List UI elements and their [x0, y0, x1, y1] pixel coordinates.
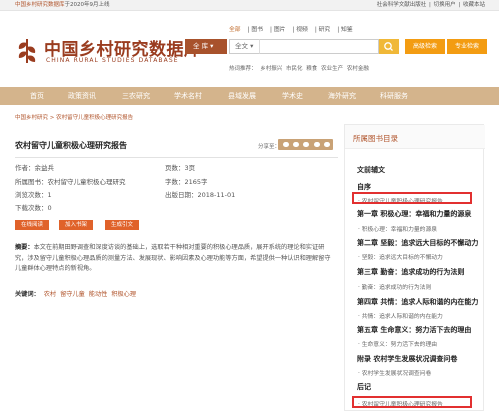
search-icon	[384, 42, 393, 51]
nav-services[interactable]: 科研服务	[380, 87, 408, 105]
logo-icon	[18, 39, 36, 63]
search-tab-all[interactable]: 全部	[229, 27, 241, 33]
belong-book[interactable]: 所属图书：农村留守儿童积极心理研究	[15, 176, 126, 186]
word-count: 字数：2165字	[165, 178, 208, 186]
since-text: 于2020年9月上线	[64, 2, 110, 8]
nav-famous-villages[interactable]: 学术名村	[174, 87, 202, 105]
top-bar-right: 社会科学文献出版社 | 切换用户 | 收藏本站	[376, 2, 485, 8]
keyword-link[interactable]: 积极心理	[111, 291, 136, 298]
author: 作者：余益兵	[15, 164, 54, 172]
logo-title-en: CHINA RURAL STUDIES DATABASE	[46, 57, 179, 64]
highlight-box	[352, 192, 472, 204]
add-shelf-button[interactable]: 加入书架	[59, 220, 93, 230]
read-online-button[interactable]: 在线阅读	[15, 220, 49, 230]
main-nav: 首页 政策资讯 三农研究 学术名村 县域发展 学术史 海外研究 科研服务	[0, 87, 499, 105]
keywords-label: 关键词：	[15, 291, 40, 298]
breadcrumb[interactable]: 中国乡村研究 > 农村留守儿童积极心理研究报告	[15, 113, 133, 121]
more-share-icon[interactable]	[324, 142, 330, 147]
toc-chapter[interactable]: 自序	[357, 182, 483, 192]
page-count: 页数：3页	[165, 164, 196, 172]
abstract-text: 本文在前期田野调查和深度访谈的基础上，选取若干种相对重要的积极心理品质，展开系统…	[15, 244, 331, 272]
switch-user-link[interactable]: 切换用户	[434, 2, 456, 8]
keyword-link[interactable]: 留守儿童	[60, 291, 85, 298]
nav-home[interactable]: 首页	[30, 87, 44, 105]
toc-chapter[interactable]: 附录 农村学生发展状况调查问卷	[357, 354, 483, 364]
highlight-box	[352, 396, 472, 408]
search-type-tabs: 全部 | 图书 | 图片 | 视频 | 研究 | 知鉴	[229, 27, 353, 33]
toc-section[interactable]: 积极心理：幸福和力量的源泉	[358, 224, 484, 233]
share-icons	[278, 139, 333, 150]
scope-select-label: 全文	[235, 42, 248, 50]
toc-chapter[interactable]: 文前辅文	[357, 165, 483, 175]
hot-word[interactable]: 市民化	[286, 66, 303, 72]
search-tab-zhijian[interactable]: 知鉴	[341, 27, 353, 33]
toc-section[interactable]: 坚毅：追求远大目标的不懈动力	[358, 252, 484, 261]
weibo-icon[interactable]	[293, 142, 299, 147]
toc-chapter[interactable]: 后记	[357, 382, 483, 392]
toc-heading: 所属图书目录	[353, 134, 398, 143]
download-count: 下载次数：0	[15, 204, 52, 212]
search-tab-books[interactable]: 图书	[251, 27, 263, 33]
site-name-link[interactable]: 中国乡村研究数据库	[15, 2, 65, 8]
view-count: 浏览次数：1	[15, 191, 52, 199]
hot-word[interactable]: 农村金融	[347, 66, 369, 72]
toc-chapter[interactable]: 第四章 共情：追求人际和谐的内在能力	[357, 297, 483, 307]
keywords: 关键词： 农村 留守儿童 能动性 积极心理	[15, 289, 136, 298]
database-select-label: 全 库	[193, 42, 209, 50]
hot-word[interactable]: 农业生产	[321, 66, 343, 72]
toc-section[interactable]: 农村学生发展状况调查问卷	[358, 368, 484, 377]
search-tab-images[interactable]: 图片	[274, 27, 286, 33]
nav-history[interactable]: 学术史	[282, 87, 303, 105]
toc-section[interactable]: 生命意义：努力活下去的理由	[358, 339, 484, 348]
hot-word[interactable]: 粮食	[306, 66, 317, 72]
wechat-icon[interactable]	[283, 142, 289, 147]
top-bar-left: 中国乡村研究数据库于2020年9月上线	[15, 0, 110, 11]
qzone-icon[interactable]	[314, 142, 320, 147]
toc-chapter[interactable]: 第五章 生命意义：努力活下去的理由	[357, 325, 483, 335]
nav-county[interactable]: 县域发展	[228, 87, 256, 105]
database-select[interactable]: 全 库 ▾	[185, 39, 227, 54]
toc-section[interactable]: 勤奋：追求成功的行为法则	[358, 282, 484, 291]
favorite-link[interactable]: 收藏本站	[463, 2, 485, 8]
keyword-link[interactable]: 农村	[44, 291, 56, 298]
toc-chapter[interactable]: 第一章 积极心理：幸福和力量的源泉	[357, 209, 483, 219]
search-button[interactable]	[379, 39, 399, 54]
toc-section[interactable]: 共情：追求人际和谐的内在能力	[358, 311, 484, 320]
search-tab-research[interactable]: 研究	[319, 27, 331, 33]
header: 中国乡村研究数据库 CHINA RURAL STUDIES DATABASE 全…	[0, 11, 499, 85]
chevron-down-icon: ▾	[210, 42, 214, 50]
publish-date: 出版日期：2018-11-01	[165, 191, 236, 199]
keyword-link[interactable]: 能动性	[89, 291, 108, 298]
advanced-search-button[interactable]: 高级检索	[405, 39, 445, 54]
abstract-label: 摘要：	[15, 244, 34, 251]
scope-select[interactable]: 全文 ▾	[229, 39, 259, 54]
toc-chapter[interactable]: 第三章 勤奋：追求成功的行为法则	[357, 267, 483, 277]
hot-word[interactable]: 乡村振兴	[260, 66, 282, 72]
top-bar: 中国乡村研究数据库于2020年9月上线 社会科学文献出版社 | 切换用户 | 收…	[0, 0, 499, 11]
nav-sannong[interactable]: 三农研究	[122, 87, 150, 105]
search-bar: 全 库 ▾ 全文 ▾	[185, 39, 399, 54]
divider	[15, 157, 338, 158]
toc-header: 所属图书目录	[345, 125, 485, 149]
search-tab-videos[interactable]: 视频	[296, 27, 308, 33]
share-label: 分享至：	[258, 144, 281, 150]
pro-search-button[interactable]: 专业检索	[447, 39, 487, 54]
cite-button[interactable]: 生成引文	[105, 220, 139, 230]
hot-words: 热词推荐： 乡村振兴 市民化 粮食 农业生产 农村金融	[229, 64, 369, 72]
chevron-down-icon: ▾	[250, 42, 254, 50]
nav-overseas[interactable]: 海外研究	[328, 87, 356, 105]
page-title: 农村留守儿童积极心理研究报告	[15, 141, 127, 150]
hot-words-label: 热词推荐：	[229, 66, 257, 72]
qq-icon[interactable]	[303, 142, 309, 147]
abstract: 摘要：本文在前期田野调查和深度访谈的基础上，选取若干种相对重要的积极心理品质，展…	[15, 243, 333, 275]
nav-policy[interactable]: 政策资讯	[68, 87, 96, 105]
publisher-link[interactable]: 社会科学文献出版社	[377, 2, 427, 8]
toc-chapter[interactable]: 第二章 坚毅：追求远大目标的不懈动力	[357, 238, 483, 248]
search-input[interactable]	[259, 39, 379, 54]
